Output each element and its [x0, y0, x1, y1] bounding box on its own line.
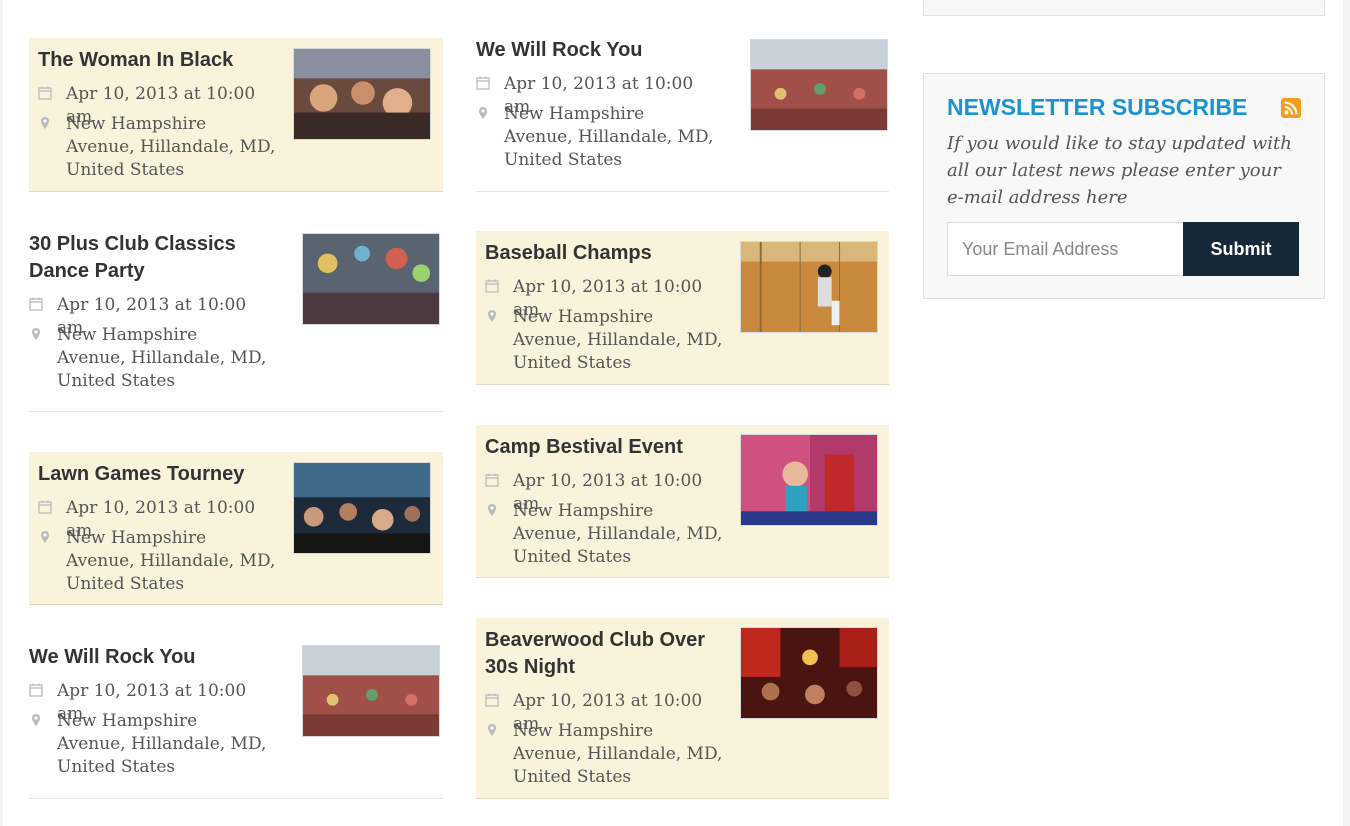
event-location-text: New Hampshire Avenue, Hillandale, MD, Un…	[504, 104, 714, 170]
event-card[interactable]: The Woman In Black Apr 10, 2013 at 10:00…	[29, 38, 443, 192]
event-card[interactable]: We Will Rock You Apr 10, 2013 at 10:00 a…	[29, 635, 443, 799]
event-location: New Hampshire Avenue, Hillandale, MD, Un…	[29, 324, 269, 393]
event-thumbnail[interactable]	[302, 233, 440, 325]
calendar-icon	[485, 473, 499, 487]
event-card[interactable]: Beaverwood Club Over 30s Night Apr 10, 2…	[476, 618, 889, 799]
event-title[interactable]: Baseball Champs	[485, 240, 735, 267]
event-thumbnail[interactable]	[740, 627, 878, 719]
event-location: New Hampshire Avenue, Hillandale, MD, Un…	[29, 710, 269, 779]
event-title[interactable]: Camp Bestival Event	[485, 434, 735, 461]
event-card[interactable]: Lawn Games Tourney Apr 10, 2013 at 10:00…	[29, 452, 443, 605]
map-pin-icon	[32, 714, 40, 726]
event-thumbnail[interactable]	[293, 48, 431, 140]
event-location: New Hampshire Avenue, Hillandale, MD, Un…	[476, 103, 716, 172]
event-location-text: New Hampshire Avenue, Hillandale, MD, Un…	[66, 528, 276, 594]
newsletter-description: If you would like to stay updated with a…	[947, 133, 1292, 208]
event-card[interactable]: We Will Rock You Apr 10, 2013 at 10:00 a…	[476, 28, 889, 192]
newsletter-title: NEWSLETTER SUBSCRIBE	[947, 94, 1248, 120]
event-title[interactable]: We Will Rock You	[476, 37, 738, 64]
event-location-text: New Hampshire Avenue, Hillandale, MD, Un…	[66, 114, 276, 180]
event-thumbnail[interactable]	[293, 462, 431, 554]
newsletter-widget: NEWSLETTER SUBSCRIBE If you would like t…	[923, 73, 1325, 299]
event-thumbnail[interactable]	[740, 434, 878, 526]
event-title[interactable]: 30 Plus Club Classics Dance Party	[29, 231, 291, 285]
calendar-icon	[476, 76, 490, 90]
calendar-icon	[38, 86, 52, 100]
map-pin-icon	[488, 504, 496, 516]
submit-button[interactable]: Submit	[1183, 222, 1299, 276]
event-location-text: New Hampshire Avenue, Hillandale, MD, Un…	[513, 721, 723, 787]
event-location: New Hampshire Avenue, Hillandale, MD, Un…	[485, 306, 725, 375]
event-location: New Hampshire Avenue, Hillandale, MD, Un…	[38, 527, 278, 596]
event-thumbnail[interactable]	[750, 39, 888, 131]
sidebar-widget-top	[923, 0, 1325, 16]
rss-icon[interactable]	[1281, 98, 1301, 118]
event-card[interactable]: 30 Plus Club Classics Dance Party Apr 10…	[29, 222, 443, 412]
event-title[interactable]: The Woman In Black	[38, 47, 288, 74]
map-pin-icon	[488, 310, 496, 322]
event-location-text: New Hampshire Avenue, Hillandale, MD, Un…	[57, 711, 267, 777]
event-card[interactable]: Camp Bestival Event Apr 10, 2013 at 10:0…	[476, 425, 889, 578]
event-location-text: New Hampshire Avenue, Hillandale, MD, Un…	[513, 307, 723, 373]
event-location: New Hampshire Avenue, Hillandale, MD, Un…	[485, 500, 725, 569]
calendar-icon	[38, 500, 52, 514]
event-title[interactable]: Beaverwood Club Over 30s Night	[485, 627, 735, 681]
event-title[interactable]: We Will Rock You	[29, 644, 291, 671]
event-thumbnail[interactable]	[302, 645, 440, 737]
email-input[interactable]	[947, 222, 1184, 276]
calendar-icon	[29, 683, 43, 697]
event-card[interactable]: Baseball Champs Apr 10, 2013 at 10:00 am…	[476, 231, 889, 385]
map-pin-icon	[479, 107, 487, 119]
calendar-icon	[485, 279, 499, 293]
event-location-text: New Hampshire Avenue, Hillandale, MD, Un…	[513, 501, 723, 567]
map-pin-icon	[41, 531, 49, 543]
calendar-icon	[29, 297, 43, 311]
map-pin-icon	[32, 328, 40, 340]
map-pin-icon	[488, 724, 496, 736]
event-location: New Hampshire Avenue, Hillandale, MD, Un…	[38, 113, 278, 182]
event-location-text: New Hampshire Avenue, Hillandale, MD, Un…	[57, 325, 267, 391]
map-pin-icon	[41, 117, 49, 129]
event-location: New Hampshire Avenue, Hillandale, MD, Un…	[485, 720, 725, 789]
page: The Woman In Black Apr 10, 2013 at 10:00…	[3, 0, 1343, 826]
event-thumbnail[interactable]	[740, 241, 878, 333]
calendar-icon	[485, 693, 499, 707]
event-title[interactable]: Lawn Games Tourney	[38, 461, 288, 488]
